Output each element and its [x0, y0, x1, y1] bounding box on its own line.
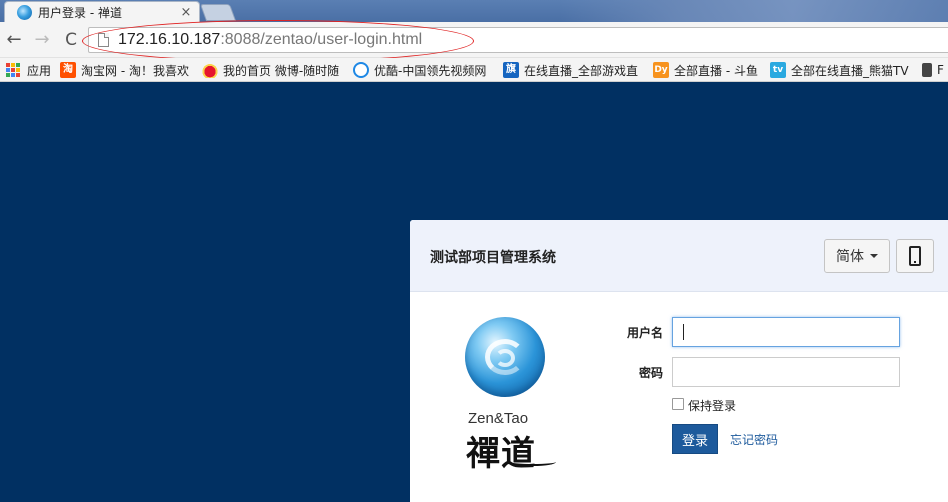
address-bar[interactable]: 172.16.10.187:8088/zentao/user-login.htm…	[88, 27, 948, 53]
bookmark-label: 应用	[27, 63, 52, 78]
page-icon	[98, 33, 109, 47]
tab-strip: 用户登录 - 禅道 ×	[0, 0, 948, 22]
text-cursor	[683, 324, 684, 340]
url-path: :8088/zentao/user-login.html	[220, 31, 423, 48]
bookmark-taobao[interactable]: 淘 淘宝网 - 淘！我喜欢	[60, 58, 189, 81]
login-panel: 测试部项目管理系统 简体 Zen&Tao 禪道 用户名 密码 保持登录 登录 忘…	[410, 220, 948, 502]
bookmark-pandatv[interactable]: tv 全部在线直播_熊猫TV	[770, 58, 909, 81]
username-label: 用户名	[626, 326, 663, 340]
weibo-icon	[202, 62, 218, 78]
bookmark-youku[interactable]: 优酷-中国领先视频网	[353, 58, 487, 81]
apps-grid-icon	[5, 62, 21, 78]
forgot-password-link[interactable]: 忘记密码	[730, 431, 778, 448]
bookmark-label: F	[937, 63, 944, 77]
back-arrow-icon[interactable]: ←	[3, 29, 25, 51]
zentao-favicon-icon	[17, 4, 32, 20]
login-panel-header: 测试部项目管理系统 简体	[410, 220, 948, 292]
keep-login-checkbox[interactable]	[672, 398, 684, 410]
bookmark-more[interactable]: F	[922, 58, 944, 81]
logo-decoration	[510, 458, 556, 466]
pandatv-icon: tv	[770, 62, 786, 78]
language-label: 简体	[836, 249, 864, 265]
taobao-icon: 淘	[60, 62, 76, 78]
bookmark-douyu[interactable]: Dy 全部直播 - 斗鱼	[653, 58, 758, 81]
zhanqi-icon: 旗	[503, 62, 519, 78]
close-icon[interactable]: ×	[179, 5, 193, 20]
bookmark-icon	[922, 63, 932, 77]
logo-text-cn: 禪道	[466, 434, 536, 474]
browser-toolbar: ← → C 172.16.10.187:8088/zentao/user-log…	[0, 22, 948, 58]
keep-login-label: 保持登录	[688, 399, 737, 413]
username-input[interactable]	[672, 317, 900, 347]
bookmark-label: 我的首页 微博-随时随	[223, 63, 340, 78]
youku-icon	[353, 62, 369, 78]
password-input[interactable]	[672, 357, 900, 387]
mobile-phone-icon	[909, 246, 921, 266]
password-label: 密码	[638, 366, 663, 380]
bookmark-label: 全部在线直播_熊猫TV	[791, 63, 909, 78]
tab-title: 用户登录 - 禅道	[38, 5, 122, 20]
reload-icon[interactable]: C	[60, 29, 82, 51]
system-title: 测试部项目管理系统	[430, 250, 556, 266]
bookmark-label: 淘宝网 - 淘！我喜欢	[81, 63, 189, 78]
url-text[interactable]: 172.16.10.187:8088/zentao/user-login.htm…	[118, 31, 422, 49]
bookmark-label: 在线直播_全部游戏直	[524, 63, 639, 78]
bookmark-label: 全部直播 - 斗鱼	[674, 63, 758, 78]
bookmarks-bar: 应用 淘 淘宝网 - 淘！我喜欢 我的首页 微博-随时随 优酷-中国领先视频网 …	[0, 58, 948, 82]
bookmark-apps[interactable]: 应用	[5, 58, 52, 81]
login-button[interactable]: 登录	[672, 424, 718, 454]
tab-strip-background	[560, 0, 948, 22]
caret-down-icon	[870, 254, 878, 258]
tab-active[interactable]: 用户登录 - 禅道 ×	[4, 1, 200, 22]
new-tab-button[interactable]	[199, 4, 237, 21]
bookmark-label: 优酷-中国领先视频网	[374, 63, 487, 78]
url-host: 172.16.10.187	[118, 31, 221, 48]
language-select-button[interactable]: 简体	[824, 239, 890, 273]
douyu-icon: Dy	[653, 62, 669, 78]
forward-arrow-icon[interactable]: →	[31, 29, 53, 51]
logo-text-en: Zen&Tao	[468, 410, 529, 427]
mobile-view-button[interactable]	[896, 239, 934, 273]
bookmark-zhanqi[interactable]: 旗 在线直播_全部游戏直	[503, 58, 639, 81]
zentao-logo-icon	[465, 317, 545, 397]
bookmark-weibo[interactable]: 我的首页 微博-随时随	[202, 58, 340, 81]
